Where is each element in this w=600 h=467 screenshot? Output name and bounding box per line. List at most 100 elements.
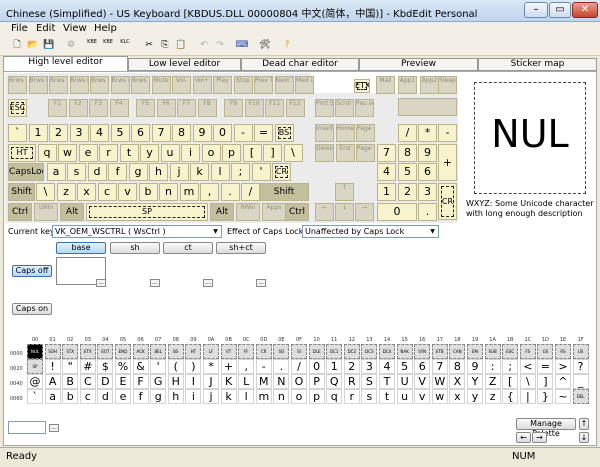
charmap-cell[interactable]: 5: [396, 359, 413, 374]
key-left-shift[interactable]: Shift: [8, 183, 35, 201]
key-num-3[interactable]: 3: [69, 124, 89, 142]
charmap-cell[interactable]: DC2: [343, 344, 360, 359]
charmap-cell[interactable]: -: [255, 359, 272, 374]
key-apps[interactable]: Apps: [262, 203, 286, 221]
charmap-cell[interactable]: BS: [167, 344, 184, 359]
klc-icon[interactable]: KLC: [118, 38, 132, 52]
key-blank-box[interactable]: [398, 98, 457, 116]
charmap-cell[interactable]: ]: [537, 374, 554, 389]
char-cell-base-more[interactable]: ...: [96, 279, 106, 287]
settings-icon[interactable]: ⚙: [64, 38, 78, 52]
key-media-7[interactable]: Mute: [151, 76, 171, 94]
key-numpad-15[interactable]: .: [418, 203, 437, 221]
key-media-13[interactable]: Next Trck: [274, 76, 294, 94]
key-numpad-6[interactable]: +: [438, 144, 457, 181]
key-numpad-12[interactable]: 3: [418, 183, 437, 201]
key-f2[interactable]: F2: [68, 99, 88, 117]
charmap-cell[interactable]: ': [150, 359, 167, 374]
key-nav-3[interactable]: Delete: [315, 144, 334, 162]
charmap-cell[interactable]: ;: [502, 359, 519, 374]
key-media-14[interactable]: Med ia: [295, 76, 314, 94]
key-media-0[interactable]: Brws Back: [8, 76, 27, 94]
charmap-cell[interactable]: ?: [572, 359, 589, 374]
charmap-cell[interactable]: p: [308, 389, 325, 404]
key-media-4[interactable]: Brws Srch: [90, 76, 109, 94]
charmap-cell[interactable]: Q: [326, 374, 343, 389]
key-left-ctrl[interactable]: Ctrl: [8, 203, 32, 221]
key-home-3[interactable]: d: [87, 163, 107, 181]
charmap-cell[interactable]: T: [379, 374, 395, 389]
palette-down-button[interactable]: ↓: [579, 432, 589, 443]
charmap-cell[interactable]: V: [414, 374, 431, 389]
key-f1[interactable]: F1: [48, 99, 67, 117]
charmap-cell[interactable]: SP: [27, 359, 43, 374]
charmap-cell[interactable]: EOT: [97, 344, 114, 359]
key-media-10[interactable]: Play: [213, 76, 232, 94]
key-media-12[interactable]: Prev Trck: [254, 76, 273, 94]
key-media-3[interactable]: Brws Refr: [69, 76, 89, 94]
key-mail[interactable]: Mail: [376, 76, 395, 94]
help-icon[interactable]: ?: [280, 38, 294, 52]
key-f8[interactable]: F8: [197, 99, 217, 117]
key-nav-2[interactable]: Page Up: [356, 124, 375, 142]
charmap-cell[interactable]: M: [255, 374, 272, 389]
key-home-11[interactable]: ': [251, 163, 271, 181]
char-cell-ct-more[interactable]: ...: [203, 279, 213, 287]
charmap-cell[interactable]: W: [431, 374, 448, 389]
charmap-cell[interactable]: I: [185, 374, 202, 389]
charmap-cell[interactable]: &: [132, 359, 149, 374]
key-pause[interactable]: Pau se: [355, 99, 374, 117]
charmap-cell[interactable]: n: [273, 389, 290, 404]
key-num-0[interactable]: `: [8, 124, 27, 142]
palette-right-button[interactable]: →: [532, 432, 547, 443]
key-nav-0[interactable]: Insert: [315, 124, 334, 142]
charmap-cell[interactable]: NUL: [27, 344, 43, 359]
paste-icon[interactable]: 📋: [174, 38, 188, 52]
key-home-7[interactable]: j: [169, 163, 189, 181]
key-home-6[interactable]: h: [149, 163, 168, 181]
key-num-9[interactable]: 9: [192, 124, 212, 142]
char-cell-shct-more[interactable]: ...: [256, 279, 266, 287]
charmap-cell[interactable]: FF: [238, 344, 255, 359]
charmap-cell[interactable]: DEL: [572, 389, 589, 404]
keyboard-icon[interactable]: ⌨: [235, 38, 249, 52]
key-numpad-13[interactable]: CR: [438, 183, 457, 220]
key-left-alt[interactable]: Alt: [60, 203, 84, 221]
charmap-cell[interactable]: b: [62, 389, 79, 404]
key-nav-4[interactable]: End: [335, 144, 355, 162]
key-shift-11[interactable]: /: [241, 183, 260, 201]
key-qwerty-10[interactable]: p: [222, 144, 241, 162]
charmap-cell[interactable]: O: [291, 374, 307, 389]
charmap-cell[interactable]: /: [291, 359, 307, 374]
tools-icon[interactable]: 🛠: [258, 38, 272, 52]
key-media-5[interactable]: Brws Fvrt: [110, 76, 130, 94]
key-media-9[interactable]: Vol+: [192, 76, 212, 94]
charmap-cell[interactable]: !: [44, 359, 61, 374]
charmap-cell[interactable]: Y: [467, 374, 483, 389]
charmap-cell[interactable]: $: [97, 359, 114, 374]
palette-input[interactable]: [8, 421, 46, 434]
tab-low-level-editor[interactable]: Low level editor: [128, 58, 241, 71]
charmap-cell[interactable]: ENQ: [115, 344, 131, 359]
key-num-5[interactable]: 5: [110, 124, 130, 142]
key-num-13[interactable]: BS: [274, 124, 294, 142]
key-f12[interactable]: F12: [285, 99, 305, 117]
key-arrow-right[interactable]: →: [355, 203, 374, 221]
charmap-cell[interactable]: B: [62, 374, 79, 389]
key-numpad-3[interactable]: 7: [377, 144, 396, 162]
key-qwerty-3[interactable]: e: [78, 144, 98, 162]
key-qwerty-0[interactable]: HT: [8, 144, 36, 162]
charmap-cell[interactable]: }: [537, 389, 554, 404]
maximize-button[interactable]: ▭: [549, 2, 571, 18]
tab-sticker-map[interactable]: Sticker map: [478, 58, 597, 71]
save-icon[interactable]: 💾: [42, 38, 56, 52]
charmap-cell[interactable]: ACK: [132, 344, 149, 359]
key-qwerty-7[interactable]: u: [160, 144, 180, 162]
charmap-cell[interactable]: ~: [555, 389, 571, 404]
charmap-cell[interactable]: L: [238, 374, 255, 389]
charmap-cell[interactable]: h: [167, 389, 184, 404]
charmap-cell[interactable]: ^: [555, 374, 571, 389]
charmap-cell[interactable]: <: [519, 359, 536, 374]
charmap-cell[interactable]: G: [150, 374, 167, 389]
key-right-shift[interactable]: Shift: [259, 183, 309, 201]
